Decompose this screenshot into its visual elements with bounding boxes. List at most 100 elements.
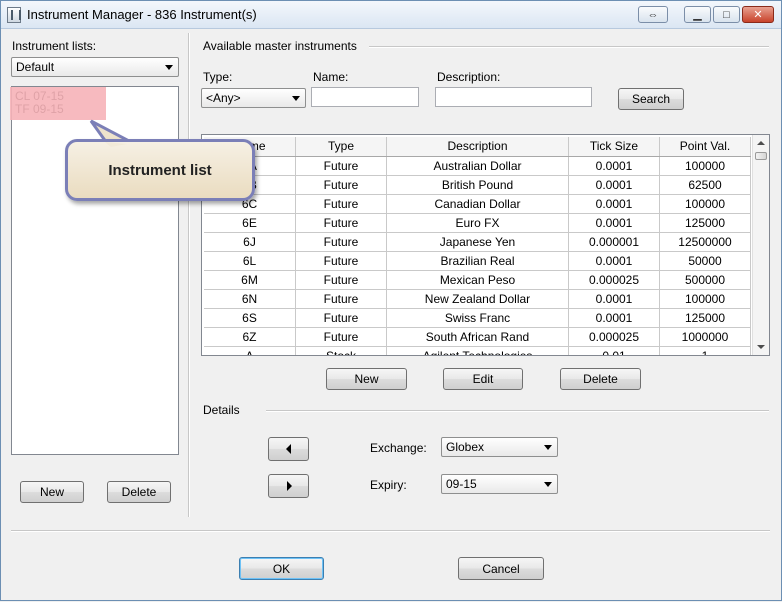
scroll-up-icon[interactable]: [757, 141, 765, 145]
scroll-thumb[interactable]: [755, 152, 767, 160]
panel-divider: [188, 33, 190, 517]
table-row[interactable]: 6M Future Mexican Peso 0.000025 500000: [204, 271, 751, 290]
table-row[interactable]: 6C Future Canadian Dollar 0.0001 100000: [204, 195, 751, 214]
section-divider: [369, 46, 769, 48]
move-right-button[interactable]: [268, 474, 309, 498]
cell-name: 6J: [204, 233, 296, 251]
cell-name: 6L: [204, 252, 296, 270]
cell-description: Canadian Dollar: [387, 195, 569, 213]
cell-tick-size: 0.000025: [569, 271, 660, 289]
ok-button[interactable]: OK: [239, 557, 324, 580]
details-divider: [266, 410, 769, 412]
cell-tick-size: 0.0001: [569, 176, 660, 194]
cell-name: 6N: [204, 290, 296, 308]
maximize-button[interactable]: □: [713, 6, 740, 23]
restore-size-button[interactable]: ⇔: [638, 6, 668, 23]
table-row[interactable]: 6L Future Brazilian Real 0.0001 50000: [204, 252, 751, 271]
name-label: Name:: [313, 70, 349, 84]
scroll-down-icon[interactable]: [757, 345, 765, 349]
search-button[interactable]: Search: [618, 88, 684, 110]
instrument-list-select[interactable]: Default: [11, 57, 179, 77]
delete-list-button[interactable]: Delete: [107, 481, 171, 503]
cell-type: Future: [296, 176, 387, 194]
arrow-right-icon: [286, 481, 292, 491]
cell-tick-size: 0.0001: [569, 252, 660, 270]
column-header-type[interactable]: Type: [296, 137, 387, 156]
cell-point-value: 62500: [660, 176, 751, 194]
cell-tick-size: 0.0001: [569, 195, 660, 213]
cell-type: Future: [296, 290, 387, 308]
cell-name: 6E: [204, 214, 296, 232]
exchange-select[interactable]: Globex: [441, 437, 558, 457]
minimize-icon: ▁: [693, 9, 702, 21]
instrument-lists-label: Instrument lists:: [12, 39, 97, 53]
cell-type: Future: [296, 195, 387, 213]
table-row[interactable]: 6S Future Swiss Franc 0.0001 125000: [204, 309, 751, 328]
instrument-list-select-value: Default: [16, 60, 55, 74]
move-left-button[interactable]: [268, 437, 309, 461]
cell-point-value: 12500000: [660, 233, 751, 251]
column-header-description[interactable]: Description: [387, 137, 569, 156]
cell-tick-size: 0.000025: [569, 328, 660, 346]
new-list-button[interactable]: New: [20, 481, 84, 503]
cell-description: South African Rand: [387, 328, 569, 346]
table-row[interactable]: 6BFutureBritish Pound0.000162500: [204, 176, 751, 195]
cell-point-value: 100000: [660, 195, 751, 213]
minimize-button[interactable]: ▁: [684, 6, 711, 23]
description-label: Description:: [437, 70, 501, 84]
description-input[interactable]: [435, 87, 592, 107]
table-row[interactable]: 6E Future Euro FX 0.0001 125000: [204, 214, 751, 233]
cell-tick-size: 0.000001: [569, 233, 660, 251]
new-instrument-button[interactable]: New: [326, 368, 407, 390]
column-header-tick-size[interactable]: Tick Size: [569, 137, 660, 156]
table-row[interactable]: 6Z Future South African Rand 0.000025 100000…: [204, 328, 751, 347]
cell-description: Euro FX: [387, 214, 569, 232]
type-select-value: <Any>: [206, 91, 241, 105]
cell-type: Future: [296, 233, 387, 251]
cell-name: 6S: [204, 309, 296, 327]
type-label: Type:: [203, 70, 233, 84]
cell-point-value: 500000: [660, 271, 751, 289]
cell-type: Stock: [296, 347, 387, 355]
cell-description: British Pound: [387, 176, 569, 194]
edit-instrument-button[interactable]: Edit: [443, 368, 523, 390]
table-row[interactable]: 6J Future Japanese Yen 0.000001 12500000: [204, 233, 751, 252]
cell-description: Australian Dollar: [387, 157, 569, 175]
cell-point-value: 1000000: [660, 328, 751, 346]
table-row[interactable]: A Stock Agilent Technologies 0.01 1: [204, 347, 751, 355]
chevron-down-icon: [544, 482, 552, 487]
table-row[interactable]: 6AFutureAustralian Dollar0.0001100000: [204, 157, 751, 176]
cell-type: Future: [296, 214, 387, 232]
type-select[interactable]: <Any>: [201, 88, 306, 108]
instruments-grid[interactable]: Name Type Description Tick Size Point Va…: [201, 134, 770, 356]
cell-tick-size: 0.0001: [569, 214, 660, 232]
expiry-select[interactable]: 09-15: [441, 474, 558, 494]
close-icon: ✕: [753, 9, 763, 21]
details-title: Details: [203, 403, 240, 417]
resize-arrows-icon: ⇔: [647, 8, 659, 21]
cell-description: Mexican Peso: [387, 271, 569, 289]
grid-scrollbar[interactable]: [752, 135, 769, 355]
cell-type: Future: [296, 271, 387, 289]
title-bar[interactable]: Instrument Manager - 836 Instrument(s) ⇔…: [1, 1, 781, 29]
cell-point-value: 125000: [660, 309, 751, 327]
arrow-left-icon: [285, 444, 291, 454]
cell-point-value: 50000: [660, 252, 751, 270]
instrument-manager-window: Instrument Manager - 836 Instrument(s) ⇔…: [0, 0, 782, 601]
expiry-select-value: 09-15: [446, 477, 477, 491]
maximize-icon: □: [723, 8, 730, 21]
delete-instrument-button[interactable]: Delete: [560, 368, 641, 390]
cell-description: Swiss Franc: [387, 309, 569, 327]
cancel-button[interactable]: Cancel: [458, 557, 544, 580]
cell-type: Future: [296, 309, 387, 327]
cell-point-value: 100000: [660, 157, 751, 175]
table-row[interactable]: 6N Future New Zealand Dollar 0.0001 100000: [204, 290, 751, 309]
name-input[interactable]: [311, 87, 419, 107]
exchange-label: Exchange:: [370, 441, 427, 455]
chevron-down-icon: [544, 445, 552, 450]
close-button[interactable]: ✕: [742, 6, 774, 23]
cell-description: Agilent Technologies: [387, 347, 569, 355]
cell-description: New Zealand Dollar: [387, 290, 569, 308]
cell-type: Future: [296, 328, 387, 346]
column-header-point-value[interactable]: Point Val.: [660, 137, 751, 156]
